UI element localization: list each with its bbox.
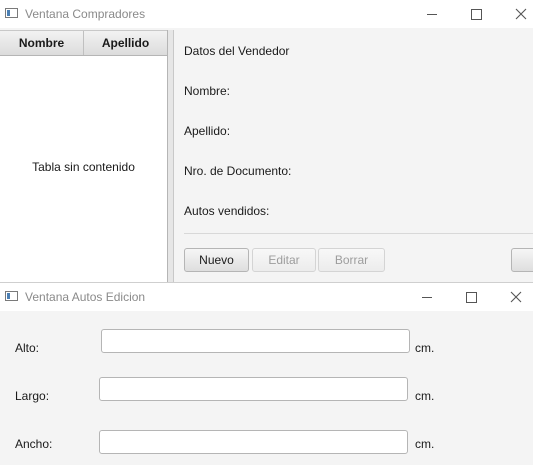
title-bar[interactable]: Ventana Compradores [0, 0, 533, 28]
table-header: Nombre Apellido [0, 30, 167, 56]
column-header-apellido[interactable]: Apellido [83, 31, 167, 55]
alto-input[interactable] [101, 329, 410, 353]
divider [184, 233, 533, 234]
close-icon[interactable] [493, 285, 533, 309]
maximize-icon[interactable] [453, 2, 499, 26]
table-placeholder: Tabla sin contenido [32, 160, 135, 174]
delete-button[interactable]: Borrar [318, 248, 385, 272]
overflow-button[interactable] [511, 248, 533, 272]
largo-input[interactable] [99, 377, 408, 401]
window-title: Ventana Compradores [25, 7, 146, 21]
title-bar[interactable]: Ventana Autos Edicion [0, 283, 533, 311]
alto-label: Alto: [15, 341, 40, 355]
compradores-window: Ventana Compradores Nombre Apellido Tabl… [0, 0, 533, 282]
ancho-unit: cm. [415, 437, 435, 451]
ancho-label: Ancho: [15, 437, 53, 451]
nombre-label: Nombre: [184, 84, 231, 98]
largo-label: Largo: [15, 389, 50, 403]
app-icon [5, 291, 18, 301]
minimize-icon[interactable] [409, 2, 455, 26]
seller-details-panel: Datos del Vendedor Nombre: Apellido: Nro… [174, 30, 533, 282]
apellido-label: Apellido: [184, 124, 231, 138]
close-icon[interactable] [498, 2, 533, 26]
new-button[interactable]: Nuevo [184, 248, 249, 272]
autos-edicion-window: Ventana Autos Edicion Alto: cm. Largo: c… [0, 282, 533, 465]
alto-unit: cm. [415, 341, 435, 355]
app-icon [5, 8, 18, 18]
buyers-table[interactable]: Nombre Apellido Tabla sin contenido [0, 30, 168, 282]
largo-unit: cm. [415, 389, 435, 403]
documento-label: Nro. de Documento: [184, 164, 292, 178]
minimize-icon[interactable] [404, 285, 450, 309]
window-title: Ventana Autos Edicion [25, 290, 146, 304]
edit-button[interactable]: Editar [252, 248, 316, 272]
autos-vendidos-label: Autos vendidos: [184, 204, 270, 218]
details-heading: Datos del Vendedor [184, 44, 290, 58]
ancho-input[interactable] [99, 430, 408, 454]
maximize-icon[interactable] [448, 285, 494, 309]
column-header-nombre[interactable]: Nombre [0, 31, 83, 55]
